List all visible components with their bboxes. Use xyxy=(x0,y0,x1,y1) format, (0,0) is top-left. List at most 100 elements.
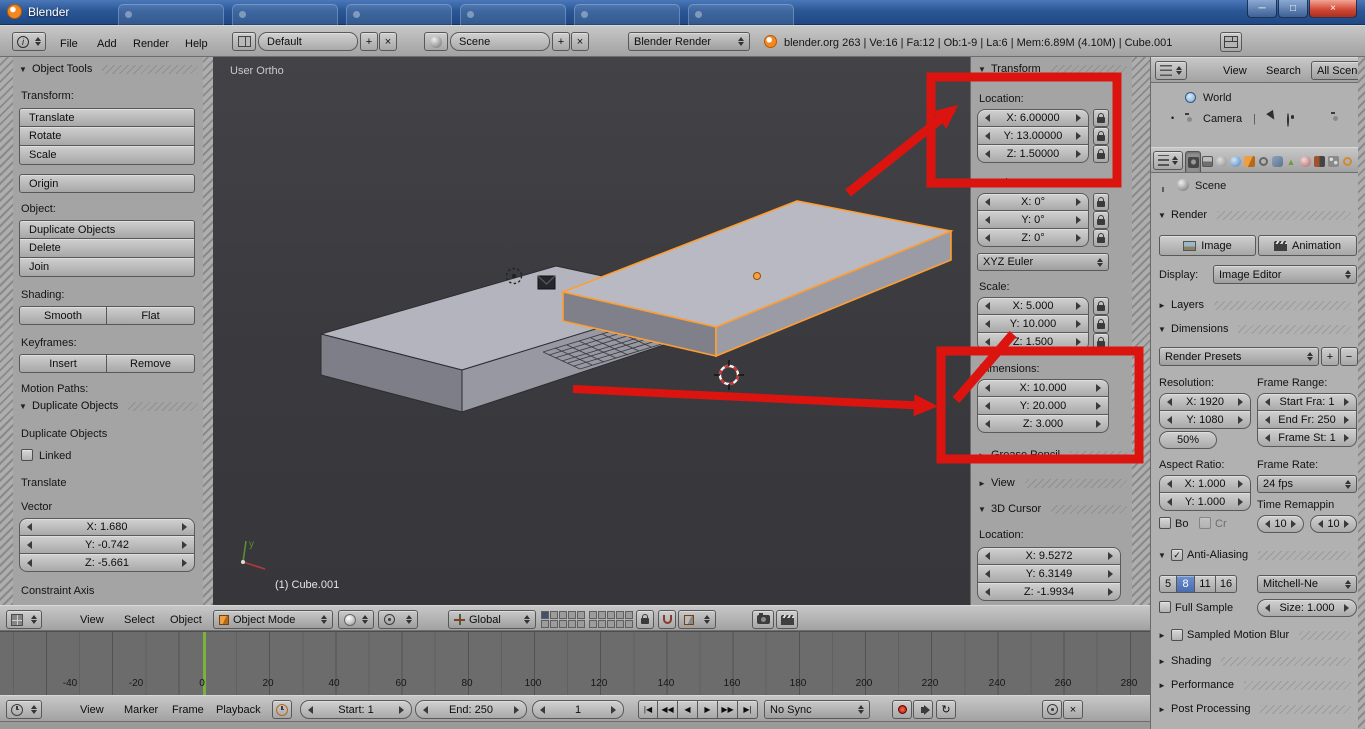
play-reverse-button[interactable]: ◀ xyxy=(678,700,698,719)
decrement-icon[interactable] xyxy=(1163,480,1172,488)
increment-icon[interactable] xyxy=(1076,131,1085,140)
delete-scene-button[interactable]: × xyxy=(571,32,589,51)
increment-icon[interactable] xyxy=(1344,604,1353,612)
view3d-editor-selector[interactable] xyxy=(6,610,42,629)
mode-dropdown[interactable]: Object Mode xyxy=(213,610,333,629)
aspect-x-field[interactable]: X: 1.000 xyxy=(1159,475,1251,493)
increment-icon[interactable] xyxy=(1108,569,1117,578)
border-checkbox[interactable] xyxy=(1159,517,1171,529)
translate-button[interactable]: Translate xyxy=(19,108,195,127)
layer-cell[interactable] xyxy=(589,620,597,628)
panel-header-grease-pencil[interactable]: ► Grease Pencil xyxy=(977,449,1127,461)
use-preview-range-button[interactable] xyxy=(272,700,292,719)
selectable-toggle-icon[interactable] xyxy=(1266,109,1280,126)
decrement-icon[interactable] xyxy=(981,131,990,140)
menu-render[interactable]: Render xyxy=(133,38,169,50)
rotation-y-field[interactable]: Y: 0° xyxy=(977,211,1089,229)
layer-cell[interactable] xyxy=(625,611,633,619)
decrement-icon[interactable] xyxy=(1163,398,1172,406)
linked-checkbox[interactable] xyxy=(21,449,33,461)
panel-header-render[interactable]: ▼ Render xyxy=(1157,209,1351,221)
scale-x-field[interactable]: X: 5.000 xyxy=(977,297,1089,315)
decrement-icon[interactable] xyxy=(981,552,990,560)
pivot-point-dropdown[interactable] xyxy=(378,610,418,629)
decrement-icon[interactable] xyxy=(981,384,990,392)
outliner-menu-view[interactable]: View xyxy=(1223,65,1247,77)
shade-smooth-button[interactable]: Smooth xyxy=(19,306,107,325)
dimension-x-field[interactable]: X: 10.000 xyxy=(977,379,1109,397)
lock-scale-x-button[interactable] xyxy=(1093,297,1109,315)
view3d-menu-object[interactable]: Object xyxy=(170,614,202,626)
next-keyframe-button[interactable]: ▶▶ xyxy=(718,700,738,719)
decrement-icon[interactable] xyxy=(981,198,990,206)
frame-start-field[interactable]: Start Fra: 1 xyxy=(1257,393,1357,411)
maximize-button[interactable]: □ xyxy=(1278,0,1308,18)
decrement-icon[interactable] xyxy=(1261,433,1270,442)
rotation-z-field[interactable]: Z: 0° xyxy=(977,229,1089,247)
rotation-mode-dropdown[interactable]: XYZ Euler xyxy=(977,253,1109,271)
decrement-icon[interactable] xyxy=(981,319,990,328)
filter-size-field[interactable]: Size: 1.000 xyxy=(1257,599,1357,617)
anti-aliasing-checkbox[interactable]: ✓ xyxy=(1171,549,1183,561)
motion-blur-checkbox[interactable] xyxy=(1171,629,1183,641)
layer-cell[interactable] xyxy=(550,620,558,628)
add-layout-button[interactable]: + xyxy=(360,32,378,51)
camera-object-icon[interactable] xyxy=(537,275,556,290)
lock-location-x-button[interactable] xyxy=(1093,109,1109,127)
location-y-field[interactable]: Y: 13.00000 xyxy=(977,127,1089,145)
n-panel-scrollbar[interactable] xyxy=(1132,57,1150,605)
viewport-3d[interactable]: y User Ortho (1) Cube.001 xyxy=(213,57,970,605)
layer-cell[interactable] xyxy=(559,620,567,628)
frame-rate-dropdown[interactable]: 24 fps xyxy=(1257,475,1357,493)
rotation-x-field[interactable]: X: 0° xyxy=(977,193,1089,211)
cursor-y-field[interactable]: Y: 6.3149 xyxy=(977,565,1121,583)
layer-cell[interactable] xyxy=(598,611,606,619)
cursor-3d-icon[interactable] xyxy=(714,360,744,390)
panel-header-transform[interactable]: ▼ Transform xyxy=(977,63,1127,75)
add-preset-button[interactable]: + xyxy=(1321,347,1339,366)
panel-header-view[interactable]: ► View xyxy=(977,477,1127,489)
current-frame-field[interactable]: 1 xyxy=(532,700,624,719)
increment-icon[interactable] xyxy=(1076,215,1085,224)
minimize-button[interactable]: ─ xyxy=(1247,0,1277,18)
decrement-icon[interactable] xyxy=(1261,604,1270,612)
audio-scrub-button[interactable] xyxy=(913,700,933,719)
layer-cell[interactable] xyxy=(589,611,597,619)
increment-icon[interactable] xyxy=(1096,419,1105,428)
origin-button[interactable]: Origin xyxy=(19,174,195,193)
shade-flat-button[interactable]: Flat xyxy=(107,306,195,325)
decrement-icon[interactable] xyxy=(23,558,32,567)
timeline-menu-marker[interactable]: Marker xyxy=(124,704,158,716)
layer-cell[interactable] xyxy=(577,611,585,619)
properties-editor-selector[interactable] xyxy=(1153,151,1183,170)
decrement-icon[interactable] xyxy=(981,149,990,158)
screen-layout-name-field[interactable]: Default xyxy=(258,32,358,51)
scene-browse-button[interactable] xyxy=(424,32,448,51)
outliner-item-world[interactable]: World xyxy=(1203,92,1232,104)
increment-icon[interactable] xyxy=(1076,337,1085,346)
layer-cell[interactable] xyxy=(568,611,576,619)
increment-icon[interactable] xyxy=(1108,587,1117,596)
decrement-icon[interactable] xyxy=(419,705,428,714)
aspect-y-field[interactable]: Y: 1.000 xyxy=(1159,493,1251,511)
increment-icon[interactable] xyxy=(1344,398,1353,406)
increment-icon[interactable] xyxy=(1076,302,1085,310)
play-button[interactable]: ▶ xyxy=(698,700,718,719)
aa-samples-11-button[interactable]: 11 xyxy=(1195,575,1216,593)
decrement-icon[interactable] xyxy=(981,419,990,428)
decrement-icon[interactable] xyxy=(981,401,990,410)
vector-x-field[interactable]: X: 1.680 xyxy=(19,518,195,536)
panel-header-sampled-motion-blur[interactable]: ► Sampled Motion Blur xyxy=(1157,629,1351,641)
expand-dot-icon[interactable]: • xyxy=(1171,113,1174,123)
scene-name-field[interactable]: Scene xyxy=(450,32,550,51)
timeline-menu-view[interactable]: View xyxy=(80,704,104,716)
layer-cell[interactable] xyxy=(616,611,624,619)
join-button[interactable]: Join xyxy=(19,258,195,277)
frame-end-field[interactable]: End Fr: 250 xyxy=(1257,411,1357,429)
increment-icon[interactable] xyxy=(611,705,620,714)
menu-file[interactable]: File xyxy=(60,38,78,50)
timeline-ruler[interactable]: -40 -20 0 20 40 60 80 100 120 140 160 18… xyxy=(0,631,1150,696)
resolution-x-field[interactable]: X: 1920 xyxy=(1159,393,1251,411)
vector-y-field[interactable]: Y: -0.742 xyxy=(19,536,195,554)
window-duplicate-button[interactable] xyxy=(1220,32,1242,52)
